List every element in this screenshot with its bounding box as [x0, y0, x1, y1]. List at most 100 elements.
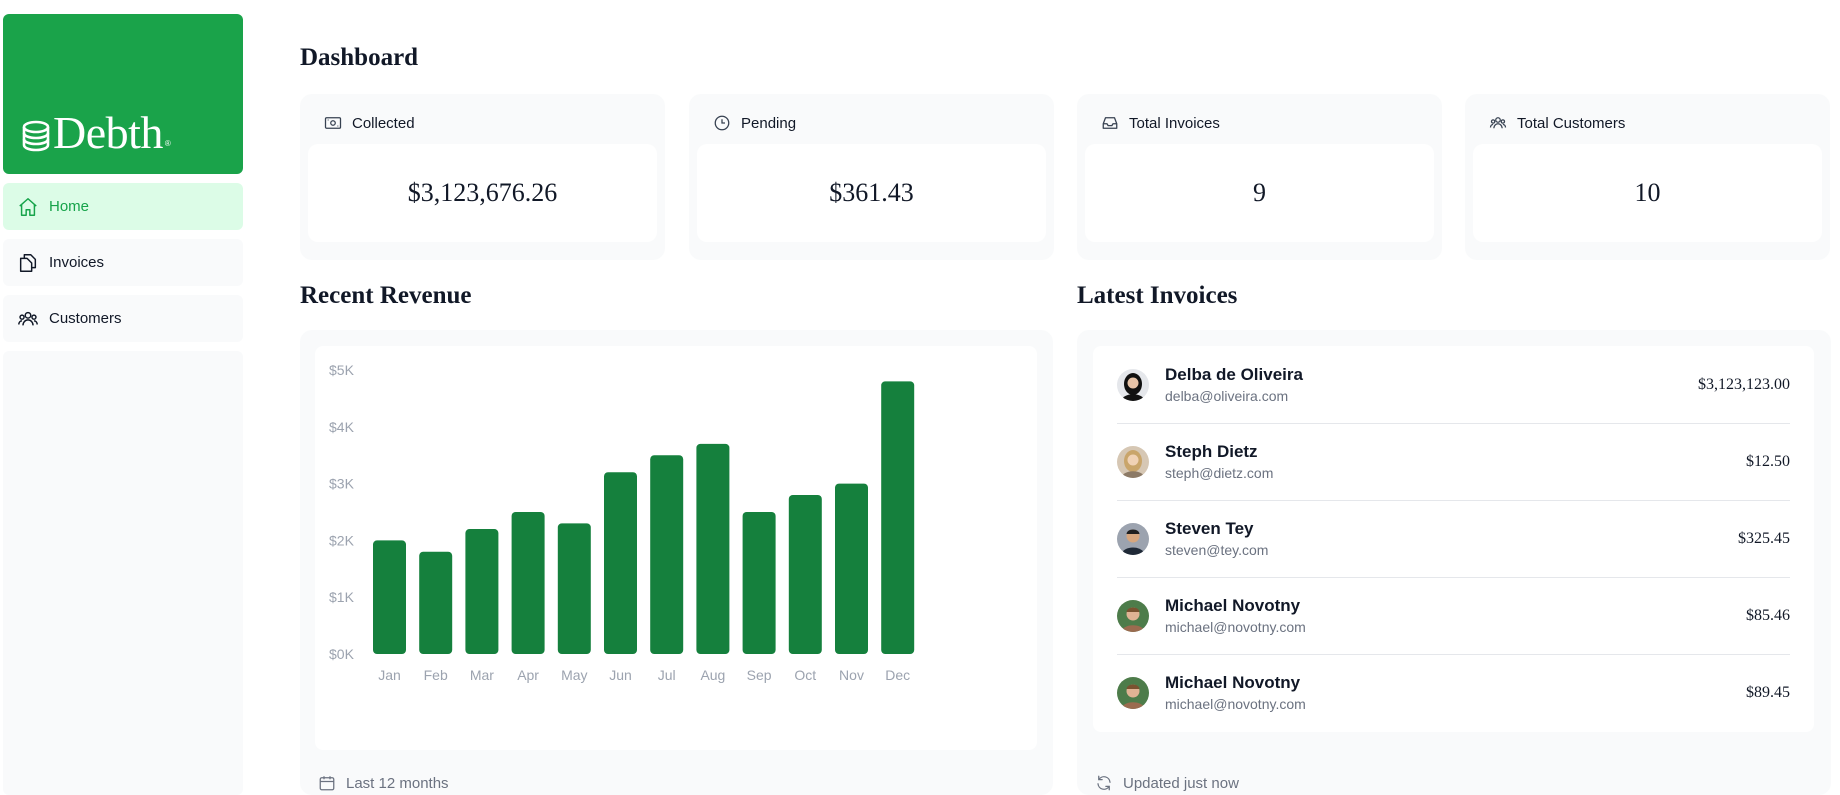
- y-tick-label: $3K: [329, 476, 355, 492]
- invoice-customer-name: Steph Dietz: [1165, 442, 1258, 461]
- sidebar-item-label: Home: [49, 198, 90, 215]
- x-tick-label: Aug: [700, 667, 725, 683]
- x-tick-label: Sep: [747, 667, 772, 683]
- sidebar-item-label: Invoices: [49, 254, 105, 271]
- sidebar-item-invoices[interactable]: Invoices: [3, 239, 243, 286]
- invoice-row[interactable]: Michael Novotny michael@novotny.com $89.…: [1117, 654, 1790, 731]
- card-label: Pending: [741, 114, 797, 132]
- card-value: $361.43: [697, 144, 1046, 242]
- revenue-bar-mar[interactable]: [465, 529, 499, 654]
- card-header: Collected: [308, 102, 657, 144]
- avatar: [1117, 446, 1149, 478]
- invoice-amount: $325.45: [1738, 530, 1790, 547]
- calendar-icon: [318, 774, 336, 792]
- x-tick-label: Feb: [424, 667, 448, 683]
- summary-cards: Collected $3,123,676.26 Pending $361.43 …: [300, 94, 1830, 260]
- card-label: Total Customers: [1517, 114, 1626, 132]
- invoice-row[interactable]: Delba de Oliveira delba@oliveira.com $3,…: [1117, 346, 1790, 423]
- x-tick-label: Nov: [839, 667, 864, 683]
- revenue-bar-may[interactable]: [557, 523, 591, 654]
- avatar: [1117, 677, 1149, 709]
- invoice-amount: $85.46: [1746, 607, 1790, 624]
- card-value: $3,123,676.26: [308, 144, 657, 242]
- invoice-customer-name: Michael Novotny: [1165, 596, 1301, 615]
- revenue-panel: $0K $1K $2K $3K $4K $5K Jan Feb Mar Apr May Jun Jul A…: [300, 330, 1053, 795]
- revenue-bar-aug[interactable]: [696, 443, 730, 654]
- invoice-amount: $12.50: [1746, 453, 1790, 470]
- x-tick-label: May: [561, 667, 587, 683]
- invoice-row[interactable]: Steph Dietz steph@dietz.com $12.50: [1117, 423, 1790, 500]
- brand-lockup: Debth ®: [21, 110, 171, 156]
- invoice-customer-name: Steven Tey: [1165, 519, 1254, 538]
- x-tick-label: Jun: [609, 667, 632, 683]
- revenue-bar-jan[interactable]: [373, 540, 406, 654]
- card-label: Collected: [352, 114, 415, 132]
- card-header: Total Invoices: [1085, 102, 1434, 144]
- brand-name: Debth: [53, 107, 163, 158]
- card-value: 10: [1473, 144, 1822, 242]
- card-value: 9: [1085, 144, 1434, 242]
- clock-icon: [713, 114, 731, 132]
- invoice-row[interactable]: Steven Tey steven@tey.com $325.45: [1117, 500, 1790, 577]
- card-pending: Pending $361.43: [689, 94, 1054, 260]
- users-icon: [17, 308, 39, 330]
- revenue-bar-jul[interactable]: [650, 455, 684, 654]
- revenue-bar-oct[interactable]: [788, 494, 822, 654]
- card-total-invoices: Total Invoices 9: [1077, 94, 1442, 260]
- x-tick-label: Apr: [517, 667, 539, 683]
- x-tick-label: Jan: [378, 667, 401, 683]
- invoices-title: Latest Invoices: [1077, 282, 1238, 309]
- inbox-icon: [1101, 114, 1119, 132]
- sidebar-spacer: [3, 351, 243, 795]
- x-tick-label: Mar: [470, 667, 494, 683]
- revenue-bar-jun[interactable]: [604, 472, 637, 654]
- user-group-icon: [1489, 114, 1507, 132]
- invoices-panel: Delba de Oliveira delba@oliveira.com $3,…: [1077, 330, 1831, 795]
- sidebar-item-label: Customers: [49, 310, 122, 327]
- y-tick-label: $4K: [329, 419, 355, 435]
- avatar: [1117, 523, 1149, 555]
- revenue-chart-container: $0K $1K $2K $3K $4K $5K Jan Feb Mar Apr May Jun Jul A…: [315, 346, 1037, 750]
- invoices-footer-label: Updated just now: [1123, 774, 1239, 792]
- avatar: [1117, 600, 1149, 632]
- revenue-bar-nov[interactable]: [835, 483, 868, 654]
- revenue-bar-dec[interactable]: [881, 381, 915, 654]
- card-label: Total Invoices: [1129, 114, 1220, 132]
- home-icon: [17, 196, 39, 218]
- invoice-customer-email: michael@novotny.com: [1165, 696, 1306, 712]
- invoices-footer: Updated just now: [1095, 774, 1239, 792]
- revenue-bar-apr[interactable]: [511, 512, 545, 654]
- brand-trademark: ®: [164, 139, 171, 148]
- card-header: Total Customers: [1473, 102, 1822, 144]
- revenue-footer: Last 12 months: [318, 774, 449, 792]
- invoice-amount: $3,123,123.00: [1698, 375, 1790, 393]
- invoice-customer-email: steven@tey.com: [1165, 542, 1269, 558]
- revenue-bar-feb[interactable]: [419, 551, 453, 654]
- y-tick-label: $2K: [329, 532, 355, 548]
- sidebar-item-customers[interactable]: Customers: [3, 295, 243, 342]
- page-title: Dashboard: [300, 44, 419, 71]
- brand-logo[interactable]: Debth ®: [3, 14, 243, 174]
- invoice-list: Delba de Oliveira delba@oliveira.com $3,…: [1093, 346, 1814, 732]
- x-tick-label: Oct: [794, 667, 816, 683]
- revenue-bar-sep[interactable]: [742, 512, 776, 654]
- invoice-customer-email: michael@novotny.com: [1165, 619, 1306, 635]
- invoice-customer-name: Michael Novotny: [1165, 673, 1301, 692]
- invoice-amount: $89.45: [1746, 684, 1790, 701]
- invoice-customer-name: Delba de Oliveira: [1165, 364, 1303, 384]
- invoice-row[interactable]: Michael Novotny michael@novotny.com $85.…: [1117, 577, 1790, 654]
- revenue-chart: $0K $1K $2K $3K $4K $5K Jan Feb Mar Apr May Jun Jul A…: [329, 362, 915, 683]
- y-tick-label: $0K: [329, 646, 355, 662]
- invoice-customer-email: steph@dietz.com: [1165, 465, 1274, 481]
- invoice-customer-email: delba@oliveira.com: [1165, 387, 1289, 404]
- x-tick-label: Dec: [885, 667, 910, 683]
- revenue-title: Recent Revenue: [300, 282, 472, 309]
- sidebar: Debth ® Home Invoices Customers: [3, 14, 243, 795]
- documents-icon: [17, 252, 39, 274]
- y-tick-label: $5K: [329, 362, 355, 378]
- y-tick-label: $1K: [329, 589, 355, 605]
- card-collected: Collected $3,123,676.26: [300, 94, 665, 260]
- revenue-footer-label: Last 12 months: [346, 774, 449, 792]
- card-total-customers: Total Customers 10: [1465, 94, 1830, 260]
- sidebar-item-home[interactable]: Home: [3, 183, 243, 230]
